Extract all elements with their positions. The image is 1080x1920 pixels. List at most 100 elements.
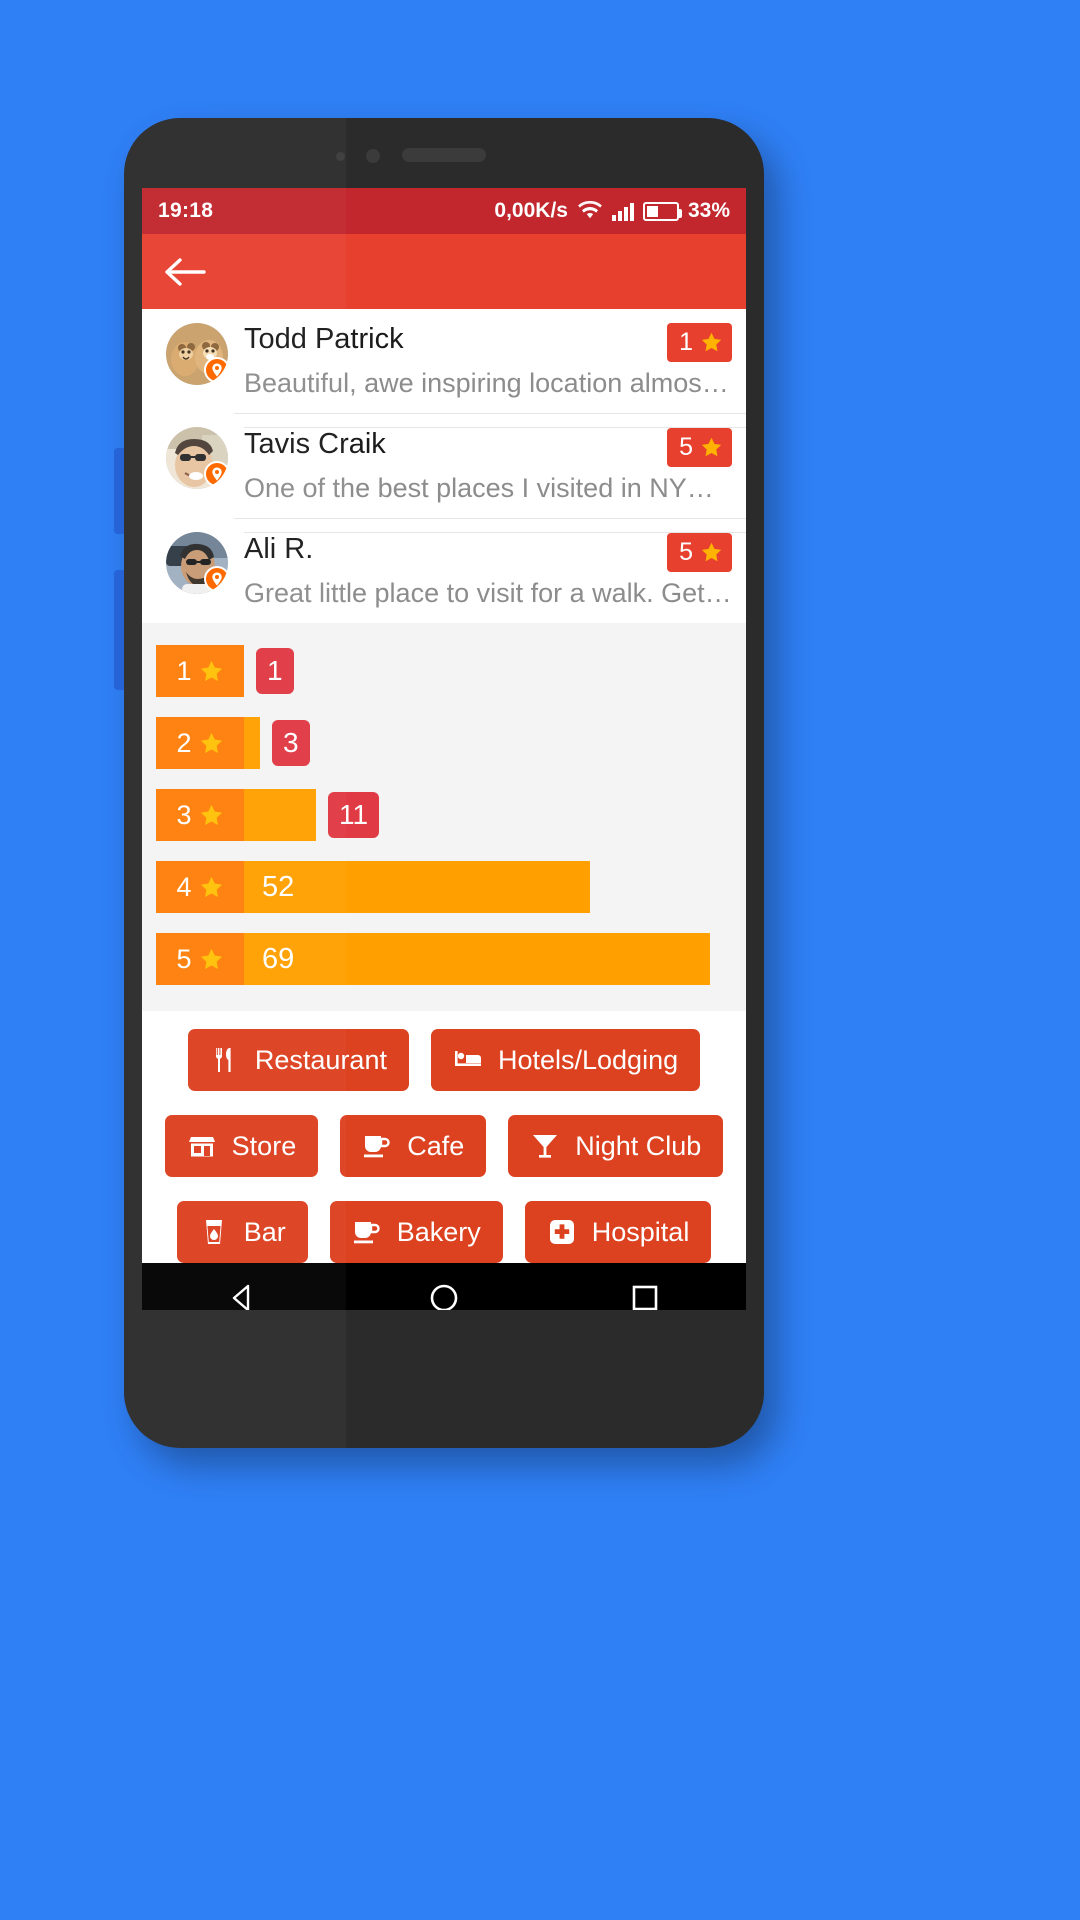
bakery-cup-icon [352,1217,382,1247]
star-level-value: 4 [176,871,192,902]
status-bar-clock: 19:18 [158,199,214,222]
star-icon [199,659,224,684]
category-button-label: Hotels/Lodging [497,1044,679,1075]
earpiece-speaker [402,148,486,162]
category-button-restaurant[interactable]: Restaurant [187,1029,409,1091]
category-row-3: Bar Bakery Hospital [142,1201,746,1263]
chart-row-4-star: 4 52 [142,861,746,913]
hotel-bed-icon [453,1045,483,1075]
list-item[interactable]: Ali R. 5 Great little place to visit for… [142,518,746,623]
status-badge: 5 [667,428,732,467]
star-level-value: 1 [176,655,192,686]
list-item[interactable]: Todd Patrick 1 Beautiful, awe inspiring … [142,309,746,413]
nav-home-icon[interactable] [422,1276,466,1310]
cafe-cup-icon [362,1131,392,1161]
wifi-icon [577,200,603,221]
chart-bar-label: 3 [156,789,244,841]
category-button-label: Bakery [396,1216,481,1247]
category-button-hotels-lodging[interactable]: Hotels/Lodging [430,1029,701,1091]
category-filter-buttons: Restaurant Hotels/Lodging Store Cafe Nig… [142,1011,746,1263]
avatar [166,427,228,489]
star-level-value: 5 [176,943,192,974]
list-item[interactable]: Tavis Craik 5 One of the best places I v… [142,413,746,518]
star-icon [700,541,723,564]
category-button-bar[interactable]: Bar [176,1201,308,1263]
category-button-label: Hospital [591,1216,690,1247]
chart-bar: 5 69 [156,933,710,985]
category-button-bakery[interactable]: Bakery [329,1201,503,1263]
star-icon [199,803,224,828]
chart-row-3-star: 3 11 [142,789,746,841]
star-icon [199,875,224,900]
chart-value-inline: 52 [262,870,295,903]
nav-back-icon[interactable] [221,1276,265,1310]
chart-bar: 2 [156,717,260,769]
phone-screen: 19:18 0,00K/s 33% Todd Patrick 1 Beautif… [142,188,746,1310]
volume-button[interactable] [114,570,124,690]
proximity-sensor-icon [336,152,345,161]
category-button-cafe[interactable]: Cafe [340,1115,487,1177]
category-button-label: Store [231,1130,297,1161]
back-arrow-icon[interactable] [164,257,206,287]
reviewer-name: Todd Patrick [244,323,404,355]
category-button-label: Restaurant [254,1044,387,1075]
chart-bar-label: 1 [156,645,244,697]
avatar [166,532,228,594]
chart-value-badge: 3 [272,719,310,767]
chart-bar: 1 [156,645,244,697]
category-row-2: Store Cafe Night Club [142,1115,746,1177]
android-navigation-bar [142,1263,746,1310]
local-guide-badge-icon [204,461,228,487]
category-button-store[interactable]: Store [164,1115,319,1177]
store-icon [187,1131,217,1161]
reviews-list: Todd Patrick 1 Beautiful, awe inspiring … [142,309,746,623]
status-badge: 5 [667,533,732,572]
divider [234,518,746,519]
chart-row-1-star: 1 1 [142,645,746,697]
chart-row-2-star: 2 3 [142,717,746,769]
rating-value: 1 [679,328,693,356]
content-scroll-area[interactable]: Todd Patrick 1 Beautiful, awe inspiring … [142,309,746,1310]
battery-icon [642,201,682,221]
front-camera-icon [366,149,380,163]
app-bar [142,234,746,309]
star-icon [700,331,723,354]
rating-value: 5 [679,538,693,566]
local-guide-badge-icon [204,357,228,383]
bar-glass-icon [199,1217,229,1247]
phone-bottom-chin [142,1310,746,1430]
rating-value: 5 [679,433,693,461]
avatar [166,323,228,385]
category-button-hospital[interactable]: Hospital [524,1201,712,1263]
hospital-cross-icon [547,1217,577,1247]
chart-value-badge: 11 [328,791,380,839]
nav-recents-icon[interactable] [623,1276,667,1310]
divider [234,413,746,414]
review-text: One of the best places I visited in NYC.… [244,473,732,503]
category-button-night-club[interactable]: Night Club [508,1115,724,1177]
category-button-label: Night Club [575,1130,702,1161]
review-text: Great little place to visit for a walk. … [244,578,732,608]
category-row-1: Restaurant Hotels/Lodging [142,1029,746,1091]
chart-value-badge: 1 [256,647,294,695]
star-level-value: 3 [176,799,192,830]
category-button-label: Bar [243,1216,286,1247]
category-button-label: Cafe [407,1130,465,1161]
chart-bar-label: 4 [156,861,244,913]
rating-distribution-chart: 1 1 2 3 3 11 4 52 5 69 [142,623,746,1011]
reviewer-name: Ali R. [244,533,314,565]
battery-percent-label: 33% [687,199,730,222]
chart-row-5-star: 5 69 [142,933,746,985]
chart-bar: 3 [156,789,316,841]
chart-bar-label: 5 [156,933,244,985]
chart-bar: 4 52 [156,861,590,913]
chart-bar-label: 2 [156,717,244,769]
status-bar: 19:18 0,00K/s 33% [142,188,746,234]
star-icon [199,731,224,756]
star-icon [199,947,224,972]
review-text: Beautiful, awe inspiring location almost… [244,368,732,398]
restaurant-icon [210,1045,240,1075]
chart-value-inline: 69 [262,942,295,975]
reviewer-name: Tavis Craik [244,428,386,460]
star-level-value: 2 [176,727,192,758]
